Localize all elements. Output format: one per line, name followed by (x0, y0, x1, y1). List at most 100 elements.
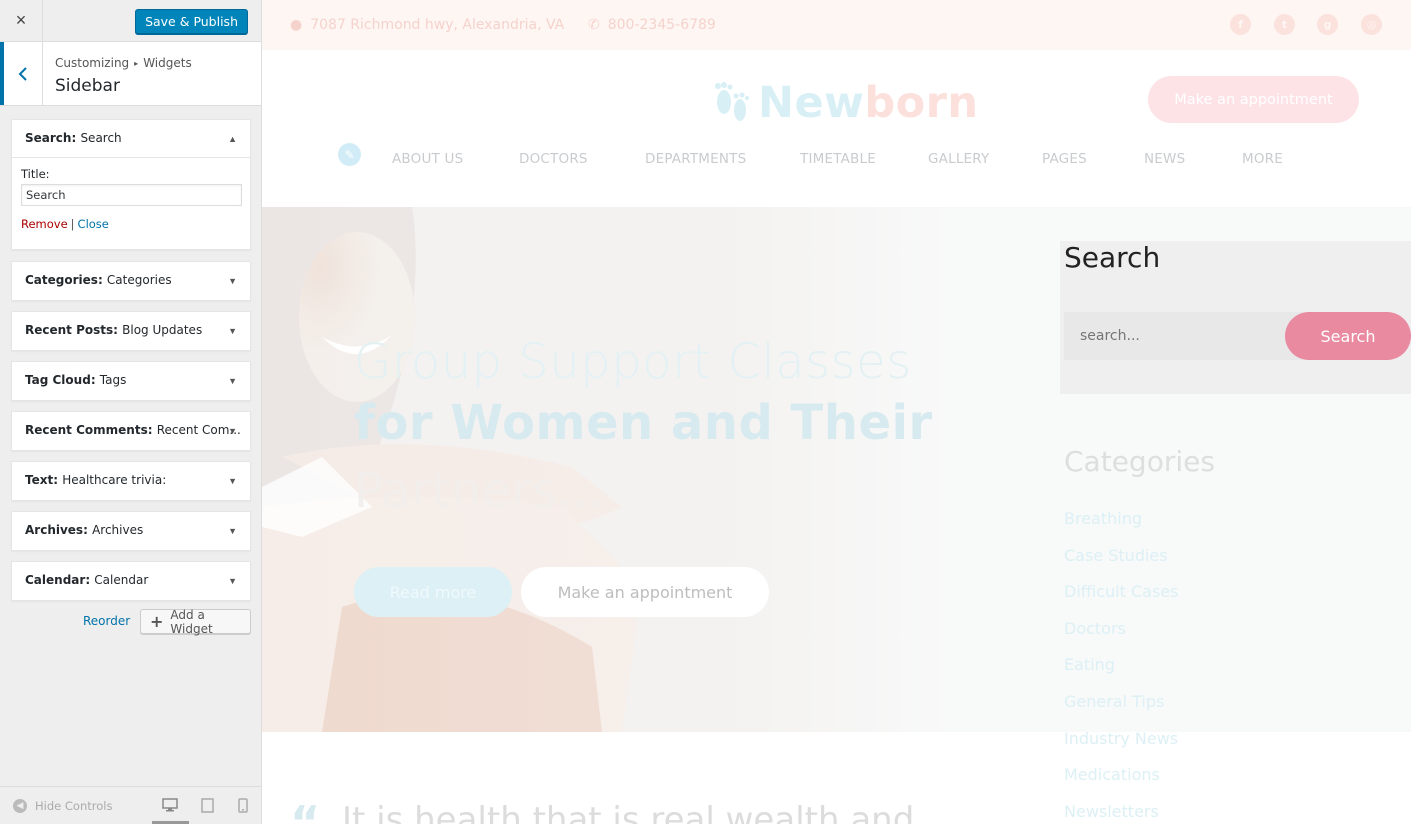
desktop-preview-button[interactable] (161, 796, 179, 814)
footprints-icon (715, 82, 749, 121)
hide-controls-button[interactable]: ◀ Hide Controls (13, 799, 112, 813)
widget-title: Tag Cloud: Tags (25, 373, 126, 387)
breadcrumb: Customizing ▸ Widgets (55, 56, 192, 70)
phone-item: ✆ 800-2345-6789 (588, 17, 716, 33)
back-button[interactable] (0, 42, 43, 105)
widget-header[interactable]: Recent Posts: Blog Updates ▼ (12, 312, 250, 350)
edit-shortcut-icon[interactable]: ✎ (338, 143, 361, 166)
make-appointment-button[interactable]: Make an appointment (1148, 76, 1359, 123)
facebook-icon[interactable]: f (1230, 14, 1251, 35)
widget-title: Recent Posts: Blog Updates (25, 323, 202, 337)
widget-header[interactable]: Search: Search ▲ (12, 120, 250, 158)
widget-type: Categories (25, 273, 98, 287)
categories-title: Categories (1064, 445, 1215, 478)
widget-header[interactable]: Tag Cloud: Tags ▼ (12, 362, 250, 400)
widget-name: Blog Updates (122, 323, 203, 337)
nav-item-about-us[interactable]: ABOUT US (392, 151, 463, 167)
widget-text[interactable]: Text: Healthcare trivia: ▼ (11, 461, 251, 501)
widget-calendar[interactable]: Calendar: Calendar ▼ (11, 561, 251, 601)
nav-item-doctors[interactable]: DOCTORS (519, 151, 588, 167)
category-link[interactable]: Doctors (1064, 619, 1126, 638)
widget-form: Title: Remove|Close (12, 158, 250, 241)
phone-text: 800-2345-6789 (607, 17, 716, 33)
caret-down-icon[interactable]: ▼ (228, 276, 237, 286)
category-link[interactable]: Industry News (1064, 729, 1178, 748)
nav-item-news[interactable]: NEWS (1144, 151, 1185, 167)
twitter-icon[interactable]: t (1274, 14, 1295, 35)
category-link[interactable]: Breathing (1064, 509, 1142, 528)
breadcrumb-separator: ▸ (134, 59, 139, 68)
add-widget-button[interactable]: + Add a Widget (140, 607, 251, 636)
nav-item-gallery[interactable]: GALLERY (928, 151, 989, 167)
close-customizer-button[interactable]: × (0, 0, 43, 41)
plus-icon: + (150, 611, 164, 631)
read-more-button[interactable]: Read more (354, 567, 512, 617)
category-link[interactable]: Difficult Cases (1064, 582, 1178, 601)
tablet-preview-button[interactable] (198, 796, 216, 814)
close-link[interactable]: Close (78, 217, 109, 231)
caret-down-icon[interactable]: ▼ (228, 526, 237, 536)
hero-heading-line-2: for Women and Their (354, 395, 933, 451)
hero-heading-line-1: Group Support Classes (354, 334, 912, 390)
add-widget-label: Add a Widget (170, 607, 213, 636)
search-button[interactable]: Search (1285, 312, 1411, 360)
nav-item-pages[interactable]: PAGES (1042, 151, 1087, 167)
hero-appointment-button[interactable]: Make an appointment (521, 567, 769, 617)
site-logo[interactable]: Newborn (712, 78, 979, 128)
widget-title: Calendar: Calendar (25, 573, 148, 587)
caret-down-icon[interactable]: ▼ (228, 576, 237, 586)
widget-separator: : (83, 523, 93, 537)
hero-heading-line-3: Partners... (354, 463, 605, 519)
widget-archives[interactable]: Archives: Archives ▼ (11, 511, 251, 551)
widget-separator: : (113, 323, 123, 337)
remove-link[interactable]: Remove (21, 217, 68, 231)
breadcrumb-root: Customizing (55, 56, 130, 70)
widget-type: Calendar (25, 573, 86, 587)
widget-title: Text: Healthcare trivia: (25, 473, 166, 487)
mobile-preview-button[interactable] (234, 796, 252, 814)
widget-title: Categories: Categories (25, 273, 172, 287)
nav-item-departments[interactable]: DEPARTMENTS (645, 151, 746, 167)
widget-recent-posts[interactable]: Recent Posts: Blog Updates ▼ (11, 311, 251, 351)
google-plus-icon[interactable]: g (1317, 14, 1338, 35)
widget-header[interactable]: Calendar: Calendar ▼ (12, 562, 250, 600)
category-link[interactable]: Medications (1064, 765, 1160, 784)
caret-down-icon[interactable]: ▼ (228, 426, 237, 436)
widget-tag-cloud[interactable]: Tag Cloud: Tags ▼ (11, 361, 251, 401)
widget-separator: : (147, 423, 157, 437)
reorder-link[interactable]: Reorder (83, 614, 130, 628)
category-link[interactable]: General Tips (1064, 692, 1164, 711)
widget-separator: : (90, 373, 100, 387)
caret-down-icon[interactable]: ▼ (228, 326, 237, 336)
nav-item-timetable[interactable]: TIMETABLE (800, 151, 876, 167)
widget-name: Calendar (94, 573, 149, 587)
phone-icon: ✆ (588, 17, 600, 33)
caret-down-icon[interactable]: ▼ (228, 476, 237, 486)
logo-part-born: born (864, 78, 979, 128)
search-input[interactable] (1064, 312, 1304, 360)
widget-header[interactable]: Categories: Categories ▼ (12, 262, 250, 300)
site-topbar: ● 7087 Richmond hwy, Alexandria, VA ✆ 800-… (262, 0, 1411, 50)
category-link[interactable]: Newsletters (1064, 802, 1159, 821)
widget-header[interactable]: Text: Healthcare trivia: ▼ (12, 462, 250, 500)
widget-header[interactable]: Archives: Archives ▼ (12, 512, 250, 550)
section-title: Sidebar (55, 76, 120, 96)
hide-controls-label: Hide Controls (35, 799, 113, 813)
site-preview: ● 7087 Richmond hwy, Alexandria, VA ✆ 800-… (262, 0, 1411, 824)
logo-part-new: New (758, 78, 865, 128)
title-input[interactable] (21, 184, 242, 206)
caret-down-icon[interactable]: ▼ (228, 376, 237, 386)
widget-name: Tags (99, 373, 127, 387)
save-publish-button[interactable]: Save & Publish (135, 9, 248, 34)
instagram-icon[interactable]: ◎ (1361, 14, 1382, 35)
address-item: ● 7087 Richmond hwy, Alexandria, VA (290, 17, 564, 33)
widget-recent-comments[interactable]: Recent Comments: Recent Com... ▼ (11, 411, 251, 451)
category-link[interactable]: Eating (1064, 655, 1115, 674)
nav-item-more[interactable]: MORE (1242, 151, 1283, 167)
category-link[interactable]: Case Studies (1064, 546, 1168, 565)
widget-categories[interactable]: Categories: Categories ▼ (11, 261, 251, 301)
widget-header[interactable]: Recent Comments: Recent Com... ▼ (12, 412, 250, 450)
desktop-icon (162, 798, 178, 812)
widget-title: Recent Comments: Recent Com... (25, 423, 241, 437)
caret-up-icon[interactable]: ▲ (228, 134, 237, 144)
